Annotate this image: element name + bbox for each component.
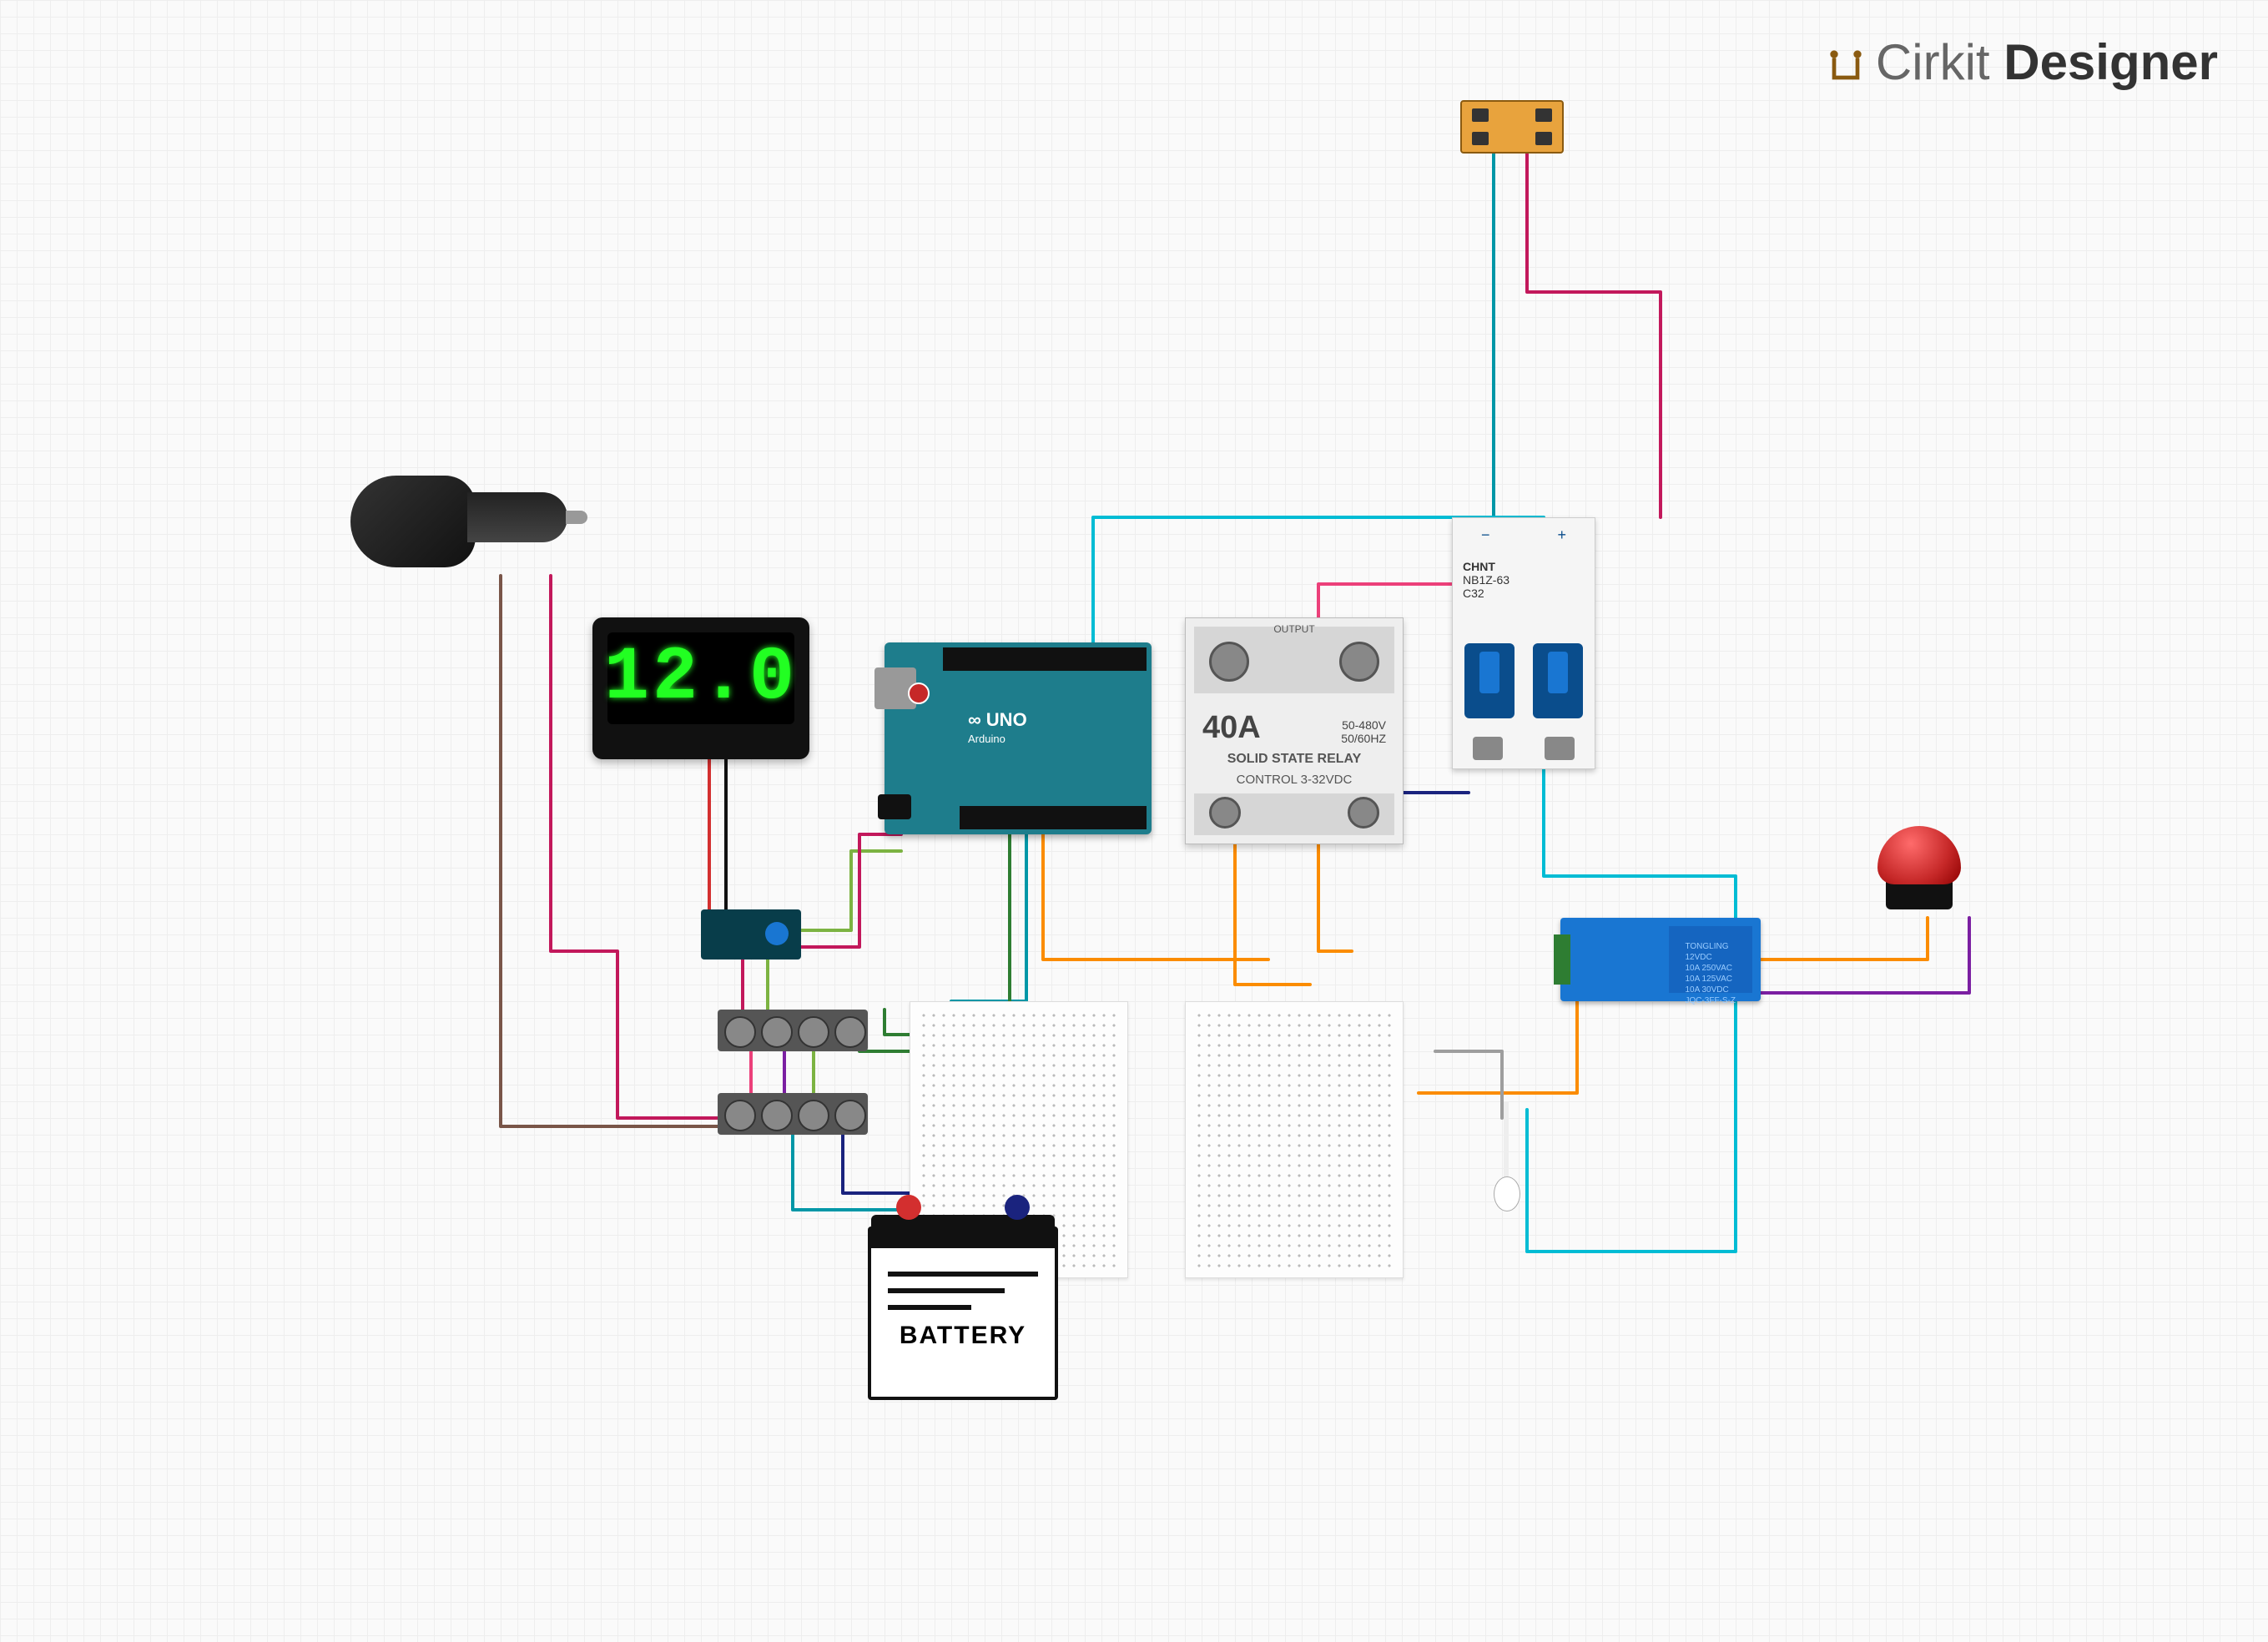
terminal-screw[interactable]	[724, 1100, 756, 1131]
ssr-input-block	[1194, 793, 1394, 835]
breaker-terminal[interactable]	[1473, 737, 1503, 760]
terminal-screw[interactable]	[834, 1016, 866, 1048]
arduino-logo: ∞ UNO	[968, 709, 1027, 731]
ssr-output-block: OUTPUT	[1194, 627, 1394, 693]
terminal-block-top[interactable]	[718, 1010, 868, 1051]
socket-pin	[1535, 108, 1552, 122]
ssr-screw-terminal[interactable]	[1209, 797, 1241, 829]
siren-dome	[1877, 826, 1961, 884]
relay-voltage: 12VDC	[1685, 952, 1736, 963]
breaker-switch-left[interactable]	[1464, 643, 1515, 718]
ssr-screw-terminal[interactable]	[1339, 642, 1379, 682]
relay-spec: 10A 250VAC	[1685, 963, 1736, 974]
breaker-model: NB1Z-63	[1463, 573, 1509, 587]
digital-voltmeter[interactable]: 12.0	[592, 617, 809, 759]
terminal-screw[interactable]	[761, 1100, 793, 1131]
breaker-brand-text: CHNT	[1463, 560, 1495, 573]
breaker-switch-right[interactable]	[1533, 643, 1583, 718]
relay-spec: 10A 30VDC	[1685, 985, 1736, 995]
arduino-power-jack[interactable]	[878, 794, 911, 819]
socket-pin	[1535, 132, 1552, 145]
arduino-sublabel: Arduino	[968, 733, 1005, 745]
terminal-screw[interactable]	[761, 1016, 793, 1048]
breaker-brand: CHNT NB1Z-63 C32	[1463, 560, 1509, 600]
ssr-screw-terminal[interactable]	[1348, 797, 1379, 829]
relay-cube: TONGLING 12VDC 10A 250VAC 10A 125VAC 10A…	[1669, 926, 1752, 993]
voltmeter-display: 12.0	[607, 632, 794, 724]
arduino-uno[interactable]: ∞ UNO Arduino	[885, 642, 1152, 834]
float-rod	[1504, 1101, 1509, 1185]
car-usb-charger[interactable]	[350, 467, 584, 576]
battery-top	[871, 1215, 1055, 1248]
battery-stripe	[888, 1305, 971, 1310]
terminal-screw[interactable]	[798, 1100, 829, 1131]
battery-label: BATTERY	[871, 1322, 1055, 1350]
breaker-terminal[interactable]	[1545, 737, 1575, 760]
ssr-spec-hz: 50/60HZ	[1341, 732, 1386, 745]
battery-terminal-neg[interactable]	[1005, 1195, 1030, 1220]
relay-module[interactable]: TONGLING 12VDC 10A 250VAC 10A 125VAC 10A…	[1560, 918, 1761, 1001]
breaker-minus: −	[1481, 526, 1490, 544]
arduino-digital-headers[interactable]	[943, 647, 1147, 671]
ssr-spec: 50-480V 50/60HZ	[1341, 718, 1386, 745]
relay-spec: 10A 125VAC	[1685, 974, 1736, 985]
ssr-output-label: OUTPUT	[1194, 623, 1394, 635]
charger-body	[350, 476, 476, 567]
relay-markings: TONGLING 12VDC 10A 250VAC 10A 125VAC 10A…	[1685, 941, 1736, 1006]
charger-pin	[566, 511, 587, 524]
relay-brand: TONGLING	[1685, 941, 1736, 952]
breaker-plus: +	[1557, 526, 1566, 544]
ssr-spec-v: 50-480V	[1341, 718, 1386, 732]
battery-stripe	[888, 1288, 1005, 1293]
breadboard-right[interactable]	[1185, 1001, 1404, 1278]
float-level-sensor[interactable]	[1494, 1101, 1519, 1218]
circuit-breaker[interactable]: − + CHNT NB1Z-63 C32	[1452, 517, 1595, 769]
float-ball	[1494, 1176, 1520, 1211]
buck-converter[interactable]	[701, 909, 801, 960]
battery-terminal-pos[interactable]	[896, 1195, 921, 1220]
terminal-block-bottom[interactable]	[718, 1093, 868, 1135]
ssr-control-label: CONTROL 3-32VDC	[1186, 773, 1403, 787]
ssr-amp-rating: 40A	[1202, 710, 1261, 746]
arduino-analog-headers[interactable]	[960, 806, 1147, 829]
breadboard-holes[interactable]	[1194, 1010, 1394, 1269]
terminal-screw[interactable]	[798, 1016, 829, 1048]
power-socket[interactable]	[1460, 100, 1564, 154]
breaker-rating: C32	[1463, 587, 1484, 600]
relay-screw-terminals[interactable]	[1554, 934, 1570, 985]
terminal-screw[interactable]	[834, 1100, 866, 1131]
solid-state-relay[interactable]: OUTPUT 40A 50-480V 50/60HZ SOLID STATE R…	[1185, 617, 1404, 844]
ssr-type-label: SOLID STATE RELAY	[1186, 752, 1403, 767]
socket-pin	[1472, 108, 1489, 122]
terminal-screw[interactable]	[724, 1016, 756, 1048]
buck-potentiometer[interactable]	[765, 922, 789, 945]
ssr-screw-terminal[interactable]	[1209, 642, 1249, 682]
battery-stripe	[888, 1272, 1038, 1277]
socket-pin	[1472, 132, 1489, 145]
circuit-canvas[interactable]: 12.0 ∞ UNO Arduino OUTPUT 40A 50-480V 50…	[0, 0, 2268, 1642]
alarm-siren[interactable]	[1886, 876, 1953, 909]
charger-tip	[467, 492, 567, 542]
battery-12v[interactable]: BATTERY	[868, 1226, 1058, 1400]
arduino-reset-button[interactable]	[908, 682, 930, 704]
relay-part: JQC-3FF-S-Z	[1685, 995, 1736, 1006]
